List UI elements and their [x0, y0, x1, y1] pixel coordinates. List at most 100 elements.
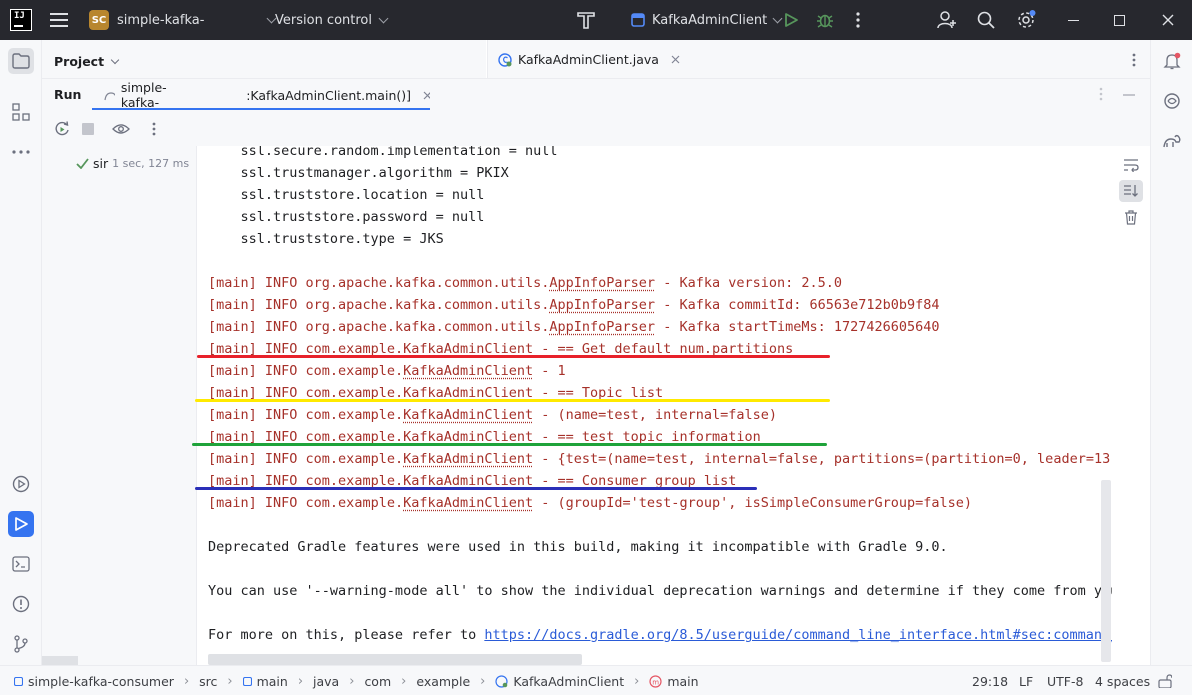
- log-class-link[interactable]: KafkaAdminClient: [403, 495, 533, 511]
- structure-icon[interactable]: [8, 99, 34, 125]
- log-message: - Kafka commitId: 66563e712b0b9f84: [655, 297, 940, 313]
- project-view-selector[interactable]: Project: [54, 54, 120, 69]
- log-class-link[interactable]: KafkaAdminClient: [403, 407, 533, 423]
- log-prefix: [main] INFO: [208, 495, 306, 511]
- log-message: - 1: [533, 363, 566, 379]
- log-class-link[interactable]: AppInfoParser: [549, 319, 655, 335]
- settings-gear-icon[interactable]: [1016, 0, 1036, 40]
- stop-icon[interactable]: [82, 123, 94, 135]
- run-tab[interactable]: simple-kafka- :KafkaAdminClient.main()]: [92, 79, 430, 111]
- run-config-selector[interactable]: KafkaAdminClient: [631, 0, 783, 40]
- run-icon[interactable]: [8, 511, 34, 537]
- editor-tab-label: KafkaAdminClient.java: [518, 52, 659, 67]
- terminal-icon[interactable]: [8, 551, 34, 577]
- gradle-icon[interactable]: [1159, 128, 1185, 154]
- breadcrumb-item[interactable]: main: [242, 673, 288, 689]
- log-class-link[interactable]: AppInfoParser: [549, 275, 655, 291]
- more-prefix: For more on this, please refer to: [208, 627, 485, 643]
- gradle-docs-link[interactable]: https://docs.gradle.org/8.5/userguide/co…: [484, 627, 1112, 643]
- rerun-icon[interactable]: [54, 121, 70, 141]
- log-package: org.apache.kafka.common.utils.: [305, 297, 550, 313]
- breadcrumb-item[interactable]: example: [416, 674, 470, 689]
- window-close-button[interactable]: [1162, 0, 1174, 40]
- breadcrumb-label: java: [313, 673, 340, 689]
- breadcrumb-item[interactable]: java: [313, 674, 339, 689]
- console-vertical-scrollbar[interactable]: [1101, 480, 1111, 662]
- project-switcher[interactable]: SC simple-kafka-: [89, 0, 277, 40]
- caret-position[interactable]: 29:18: [972, 666, 1008, 695]
- breadcrumb-label: src: [199, 673, 218, 689]
- run-toolbar-more-icon[interactable]: [152, 122, 156, 140]
- add-user-icon[interactable]: [937, 0, 957, 40]
- run-config-name: KafkaAdminClient: [652, 12, 768, 28]
- log-prefix: [main] INFO: [208, 275, 306, 291]
- run-panel-more-icon[interactable]: [1099, 87, 1103, 105]
- services-icon[interactable]: [8, 471, 34, 497]
- eye-icon[interactable]: [112, 123, 130, 139]
- window-minimize-button[interactable]: [1068, 0, 1079, 40]
- logo-text: IJ: [14, 11, 25, 21]
- line-ending[interactable]: LF: [1019, 666, 1033, 695]
- log-package: com.example.: [305, 407, 404, 423]
- breadcrumb-item[interactable]: src: [199, 674, 217, 689]
- log-class-link[interactable]: AppInfoParser: [549, 297, 655, 313]
- app-logo[interactable]: IJ: [10, 0, 32, 40]
- breadcrumb-item[interactable]: simple-kafka-consumer: [14, 674, 174, 689]
- tree-horizontal-scrollbar[interactable]: [42, 656, 78, 665]
- console-log-line: [main] INFO org.apache.kafka.common.util…: [208, 294, 940, 316]
- console-output[interactable]: ssl.secure.random.implementation = null …: [198, 146, 1112, 665]
- indent-setting[interactable]: 4 spaces: [1095, 666, 1150, 695]
- trash-icon[interactable]: [1124, 210, 1138, 229]
- bug-icon: [817, 14, 833, 28]
- file-encoding[interactable]: UTF-8: [1047, 666, 1083, 695]
- log-message: - (groupId='test-group', isSimpleConsume…: [533, 495, 973, 511]
- breadcrumb-item[interactable]: m main: [649, 674, 699, 689]
- more-icon[interactable]: [8, 139, 34, 165]
- red-highlight-underline: [197, 355, 830, 358]
- log-prefix: [main] INFO: [208, 451, 306, 467]
- run-tree-item[interactable]: sir 1 sec, 127 ms: [76, 156, 189, 171]
- window-maximize-button[interactable]: [1114, 0, 1125, 40]
- breadcrumb-item[interactable]: com: [364, 674, 391, 689]
- right-tool-strip: [1150, 40, 1192, 665]
- blue-highlight-underline: [195, 487, 757, 490]
- vcs-widget[interactable]: Version control: [275, 0, 389, 40]
- notifications-icon[interactable]: [1159, 48, 1185, 74]
- soft-wrap-icon[interactable]: [1123, 158, 1139, 176]
- search-icon[interactable]: [977, 0, 995, 40]
- log-package: org.apache.kafka.common.utils.: [305, 319, 550, 335]
- log-class-link[interactable]: KafkaAdminClient: [403, 451, 533, 467]
- console-config-line: ssl.truststore.location = null: [208, 187, 485, 203]
- console-more-line: For more on this, please refer to https:…: [208, 624, 1112, 646]
- log-message: - Kafka startTimeMs: 1727426605640: [655, 319, 940, 335]
- ai-assistant-icon[interactable]: [1159, 88, 1185, 114]
- read-only-lock-icon[interactable]: [1158, 666, 1172, 695]
- run-tree-item-time: 1 sec, 127 ms: [112, 157, 190, 170]
- console-config-line: ssl.truststore.password = null: [208, 209, 485, 225]
- console-log-line: [main] INFO com.example.KafkaAdminClient…: [208, 448, 1112, 470]
- editor-tab-kafkaadminclient[interactable]: KafkaAdminClient.java: [498, 52, 680, 67]
- run-tree: sir 1 sec, 127 ms: [42, 146, 197, 665]
- folder-icon[interactable]: [8, 48, 34, 74]
- close-icon[interactable]: [671, 55, 680, 64]
- console-deprecated-line: Deprecated Gradle features were used in …: [208, 539, 948, 555]
- close-icon[interactable]: [423, 91, 430, 100]
- run-button[interactable]: [783, 0, 799, 40]
- problems-icon[interactable]: [8, 591, 34, 617]
- breadcrumb-item[interactable]: KafkaAdminClient: [495, 674, 624, 689]
- check-icon: [76, 158, 89, 169]
- title-bar: IJ SC simple-kafka- Version control Kafk…: [0, 0, 1192, 40]
- build-hammer-icon[interactable]: [576, 0, 596, 40]
- more-actions-icon[interactable]: [856, 0, 860, 40]
- scroll-to-end-icon[interactable]: [1119, 180, 1143, 202]
- breadcrumb-label: main: [256, 673, 288, 689]
- debug-button[interactable]: [816, 0, 834, 40]
- main-menu-icon[interactable]: [50, 0, 68, 40]
- console-log-line: [main] INFO com.example.KafkaAdminClient…: [208, 404, 777, 426]
- hide-panel-icon[interactable]: [1123, 94, 1135, 96]
- log-class-link[interactable]: KafkaAdminClient: [403, 363, 533, 379]
- console-horizontal-scrollbar[interactable]: [208, 654, 582, 665]
- breadcrumb-label: example: [416, 673, 471, 689]
- editor-more-icon[interactable]: [1132, 53, 1136, 71]
- git-icon[interactable]: [8, 631, 34, 657]
